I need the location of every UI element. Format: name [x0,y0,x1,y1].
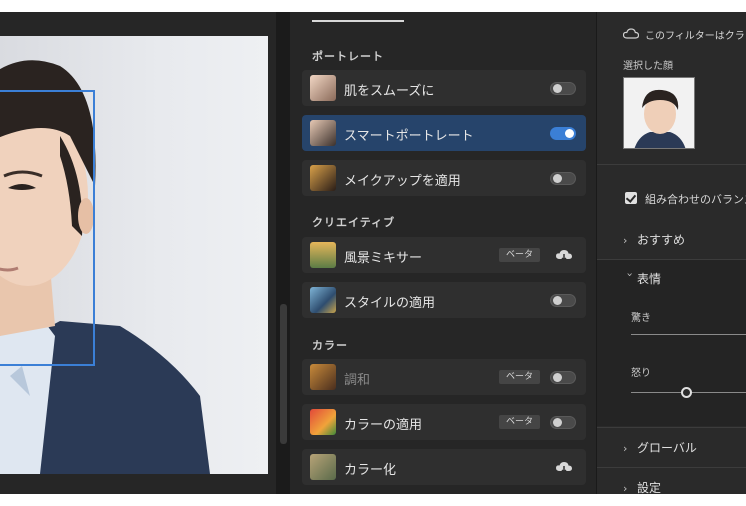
balance-checkbox[interactable] [625,192,637,204]
section-title-portrait: ポートレート [312,50,384,63]
filter-toggle[interactable] [550,416,576,429]
filter-toggle[interactable] [550,127,576,140]
tab-underline [312,20,404,22]
filter-label: スマートポートレート [344,129,474,144]
filter-label: 肌をスムーズに [344,84,435,99]
beta-badge: ベータ [498,415,540,429]
filter-thumbnail [310,409,336,435]
filter-thumbnail [310,120,336,146]
filter-toggle[interactable] [550,294,576,307]
filter-row-landscape-mixer[interactable]: 風景ミキサー ベータ [302,237,586,273]
filter-label: 風景ミキサー [344,251,423,266]
filter-thumbnail [310,454,336,480]
filter-toggle[interactable] [550,172,576,185]
accordion-recommended[interactable]: › おすすめ [623,231,685,248]
accordion-label: 表情 [637,272,662,286]
filter-list-panel: ポートレート 肌をスムーズに スマートポートレート メイクアップを適用 クリエイ… [290,12,596,494]
section-title-color: カラー [312,339,348,352]
filter-label: 調和 [344,373,371,388]
chevron-right-icon: › [623,234,628,247]
face-detection-box[interactable] [0,90,95,366]
selected-face-thumbnail[interactable] [623,77,695,149]
cloud-icon [623,28,639,39]
portrait-photo [0,36,268,474]
slider-label-anger: 怒り [631,368,651,379]
filter-label: カラー化 [344,463,397,478]
filter-label: カラーの適用 [344,418,423,433]
filter-thumbnail [310,287,336,313]
filter-thumbnail [310,75,336,101]
panel-divider [597,259,746,260]
slider-knob-anger[interactable] [681,387,692,398]
accordion-label: 設定 [637,481,662,494]
filter-toggle[interactable] [550,82,576,95]
balance-label: 組み合わせのバランス [645,193,746,206]
section-title-creative: クリエイティブ [312,216,396,229]
filter-thumbnail [310,364,336,390]
filter-thumbnail [310,242,336,268]
panel-divider [597,427,746,428]
filter-thumbnail [310,165,336,191]
image-canvas[interactable] [0,12,276,494]
cloud-download-icon[interactable] [556,461,572,473]
filter-row-smooth-skin[interactable]: 肌をスムーズに [302,70,586,106]
filter-row-style-transfer[interactable]: スタイルの適用 [302,282,586,318]
cloud-notice-text: このフィルターはクラウ [645,31,746,42]
panel-divider [597,164,746,165]
neural-filters-window: ポートレート 肌をスムーズに スマートポートレート メイクアップを適用 クリエイ… [0,12,746,494]
filter-label: メイクアップを適用 [344,174,461,189]
chevron-right-icon: › [623,482,628,494]
selected-face-label: 選択した顔 [623,61,673,72]
filter-toggle[interactable] [550,371,576,384]
panel-divider [597,467,746,468]
chevron-down-icon: › [623,272,637,277]
accordion-settings[interactable]: › 設定 [623,479,661,494]
accordion-label: グローバル [637,441,697,455]
slider-track-surprise[interactable] [631,334,746,335]
accordion-global[interactable]: › グローバル [623,439,697,456]
beta-badge: ベータ [498,248,540,262]
accordion-expression[interactable]: ›表情 [623,270,662,287]
beta-badge: ベータ [498,370,540,384]
canvas-scrollbar[interactable] [276,12,290,494]
filter-row-makeup-transfer[interactable]: メイクアップを適用 [302,160,586,196]
filter-row-smart-portrait[interactable]: スマートポートレート [302,115,586,151]
filter-row-colorize[interactable]: カラー化 [302,449,586,485]
slider-label-surprise: 驚き [631,313,651,324]
expression-section [597,260,746,426]
filter-properties-panel: このフィルターはクラウ 選択した顔 組み合わせのバランス › おすすめ ›表情 驚… [596,12,746,494]
chevron-right-icon: › [623,442,628,455]
filter-row-color-transfer[interactable]: カラーの適用 ベータ [302,404,586,440]
accordion-label: おすすめ [637,233,686,247]
scrollbar-thumb[interactable] [280,304,287,444]
filter-label: スタイルの適用 [344,296,436,311]
filter-row-harmonization[interactable]: 調和 ベータ [302,359,586,395]
face-thumbnail-image [624,78,694,148]
cloud-download-icon[interactable] [556,249,572,261]
